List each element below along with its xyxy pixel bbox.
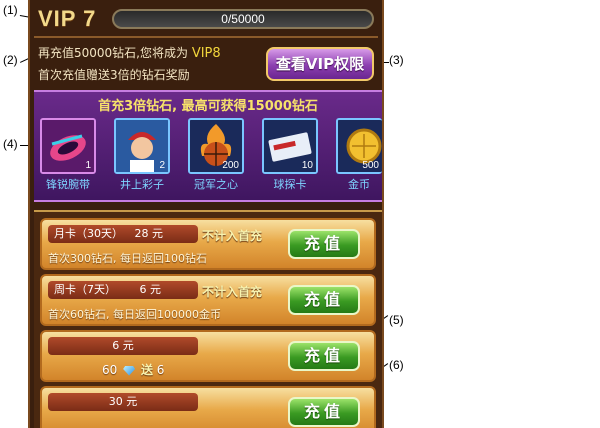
pack-30-yuan-row: 30 元 充值 — [40, 386, 376, 428]
callout-label-1: (1) — [3, 3, 18, 17]
reward-count: 10 — [301, 160, 313, 171]
reward-count: 200 — [222, 160, 239, 171]
first-recharge-reward-strip: 首充3倍钻石, 最高可获得15000钻石 1 锋锐腕带 2 井上彩子 200 冠… — [34, 90, 382, 202]
bonus-base: 60 — [102, 363, 118, 377]
bonus-extra: 6 — [156, 363, 165, 377]
vip-progress-text: 0/50000 — [221, 12, 265, 26]
reward-count: 2 — [159, 160, 165, 171]
pack-price: 6 — [139, 283, 147, 296]
header-divider — [34, 36, 378, 38]
recharge-hint: 再充值50000钻石,您将成为 VIP8 — [38, 44, 221, 61]
next-vip-level: VIP8 — [191, 46, 221, 61]
reward-count: 1 — [85, 160, 91, 171]
vip-recharge-panel: VIP 7 0/50000 再充值50000钻石,您将成为 VIP8 首次充值赠… — [28, 0, 384, 428]
callout-label-5: (5) — [389, 313, 404, 327]
pack-description: 首次60钻石, 每日返回100000金币 — [48, 308, 221, 321]
vip-progress-bar: 0/50000 — [112, 9, 374, 29]
recharge-hint-text: 再充值50000钻石,您将成为 — [38, 46, 188, 60]
bonus-word: 送 — [140, 363, 153, 377]
pack-unit: 元 — [150, 283, 161, 296]
pack-price: 6 元 — [48, 337, 198, 355]
pack-price: 30 元 — [48, 393, 198, 411]
recharge-button[interactable]: 充值 — [288, 397, 360, 427]
callout-label-4: (4) — [3, 137, 18, 151]
pack-label: 月卡（30天） — [54, 227, 123, 240]
reward-item-scout-card[interactable]: 10 球探卡 — [262, 118, 318, 192]
monthly-card-row: 月卡（30天） 28 元 不计入首充 首次300钻石, 每日返回100钻石 充值 — [40, 218, 376, 270]
weekly-card-price: 周卡（7天） 6 元 — [48, 281, 198, 299]
not-counted-tag: 不计入首充 — [202, 229, 263, 243]
weekly-card-row: 周卡（7天） 6 元 不计入首充 首次60钻石, 每日返回100000金币 充值 — [40, 274, 376, 326]
reward-name: 井上彩子 — [120, 178, 164, 191]
reward-name: 球探卡 — [273, 178, 307, 191]
callout-label-3: (3) — [389, 53, 404, 67]
view-vip-privileges-button[interactable]: 查看VIP权限 — [266, 47, 374, 81]
recharge-pack-list: 月卡（30天） 28 元 不计入首充 首次300钻石, 每日返回100钻石 充值… — [34, 210, 382, 428]
callout-label-2: (2) — [3, 53, 18, 67]
recharge-button[interactable]: 充值 — [288, 341, 360, 371]
reward-item-gold-coin[interactable]: 500 金币 — [336, 118, 382, 192]
reward-name: 锋锐腕带 — [46, 178, 90, 191]
callout-label-6: (6) — [389, 358, 404, 372]
reward-item-character[interactable]: 2 井上彩子 — [114, 118, 170, 192]
pack-unit: 元 — [152, 227, 163, 240]
reward-count: 500 — [362, 160, 379, 171]
pack-price: 28 — [134, 227, 149, 240]
vip-level-label: VIP 7 — [38, 6, 97, 31]
reward-name: 冠军之心 — [194, 178, 238, 191]
monthly-card-price: 月卡（30天） 28 元 — [48, 225, 198, 243]
recharge-button[interactable]: 充值 — [288, 229, 360, 259]
pack-description: 首次300钻石, 每日返回100钻石 — [48, 252, 207, 265]
pack-label: 周卡（7天） — [54, 283, 116, 296]
diamond-bonus: 60 送 6 — [102, 361, 164, 378]
first-recharge-hint: 首次充值赠送3倍的钻石奖励 — [38, 68, 190, 82]
pack-6-yuan-row: 6 元 60 送 6 充值 — [40, 330, 376, 382]
reward-name: 金币 — [348, 178, 370, 191]
reward-strip-title: 首充3倍钻石, 最高可获得15000钻石 — [98, 99, 318, 114]
not-counted-tag: 不计入首充 — [202, 285, 263, 299]
recharge-button[interactable]: 充值 — [288, 285, 360, 315]
reward-item-champion-heart[interactable]: 200 冠军之心 — [188, 118, 244, 192]
diamond-icon — [123, 365, 136, 376]
reward-item-wristband[interactable]: 1 锋锐腕带 — [40, 118, 96, 192]
